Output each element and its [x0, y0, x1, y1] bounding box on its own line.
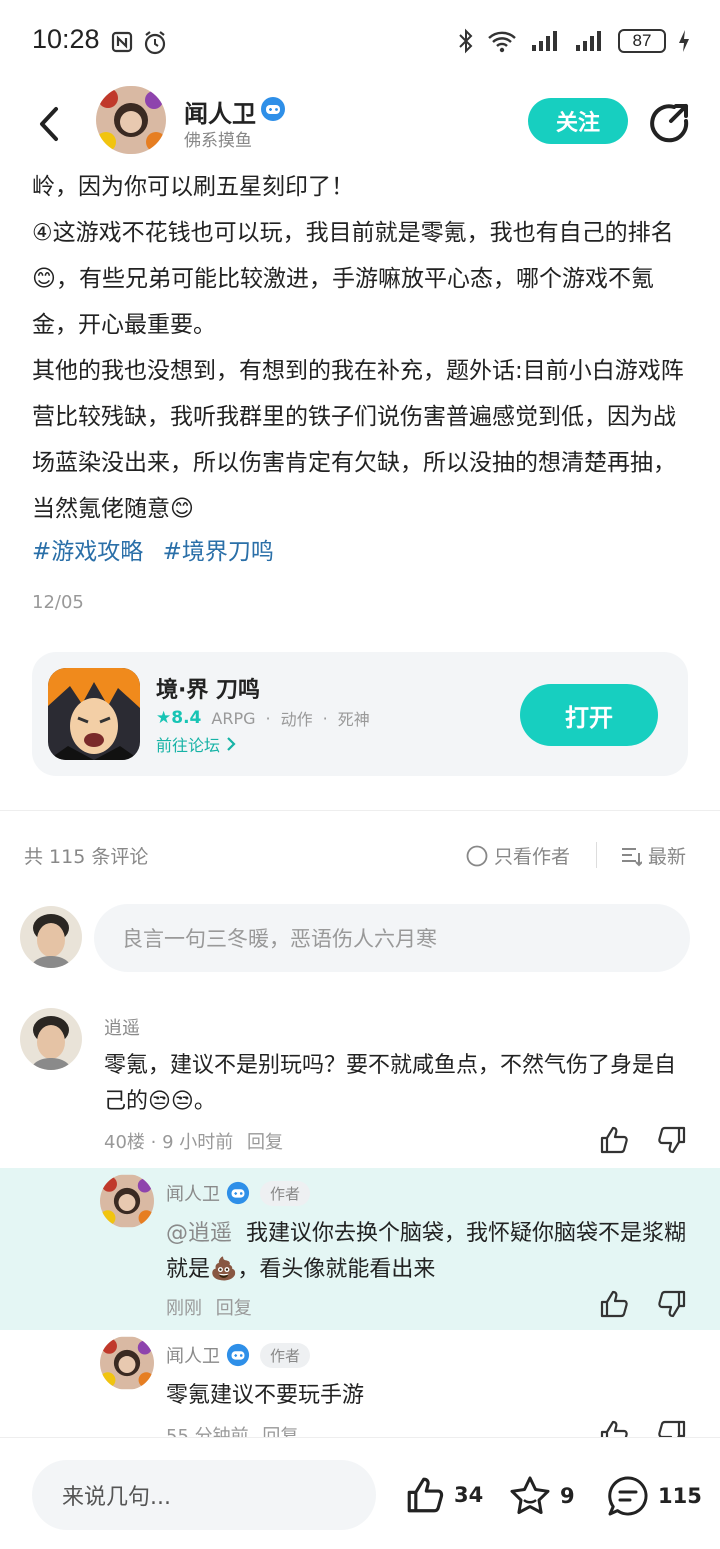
favorite-count: 9	[560, 1484, 575, 1508]
signal-icon-1	[532, 31, 557, 51]
bluetooth-icon	[459, 28, 473, 54]
star-icon: ★	[156, 708, 172, 728]
reply-text: 零氪建议不要玩手游	[166, 1383, 365, 1408]
like-icon[interactable]	[598, 1418, 630, 1437]
reply-author-name[interactable]: 闻人卫	[166, 1342, 220, 1368]
post-paragraph: 岭，因为你可以刷五星刻印了！	[32, 174, 354, 200]
game-title: 境·界 刀鸣	[156, 678, 261, 703]
bottom-action-bar: 来说几句... 34 9 115	[0, 1437, 720, 1549]
author-tag: 作者	[260, 1180, 311, 1206]
reply-button[interactable]: 回复	[216, 1298, 252, 1319]
charging-icon	[679, 30, 689, 52]
comment-toolbar: 共 115 条评论 只看作者 最新	[0, 836, 720, 876]
post-date: 12/05	[32, 592, 84, 613]
comment-count-total: 115	[658, 1484, 702, 1508]
status-bar: 10:28 87	[0, 0, 720, 86]
thumbs-up-icon	[407, 1477, 444, 1513]
game-icon	[48, 668, 140, 760]
mention-link[interactable]: @逍遥	[166, 1221, 232, 1246]
favorite-button[interactable]: 9	[508, 1474, 575, 1518]
game-type: 动作	[280, 710, 313, 729]
divider	[0, 810, 720, 811]
reply-item: 闻人卫 作者 零氪建议不要玩手游 55 分钟前 回复	[0, 1330, 720, 1437]
dislike-icon[interactable]	[656, 1124, 688, 1156]
author-name[interactable]: 闻人卫	[184, 94, 256, 129]
comment-meta: 40楼 · 9 小时前 回复	[104, 1132, 283, 1153]
star-outline-icon	[510, 1476, 550, 1514]
reply-author-avatar[interactable]	[100, 1174, 154, 1228]
author-tag: 作者	[260, 1342, 311, 1368]
share-button[interactable]	[648, 102, 690, 144]
follow-button[interactable]: 关注	[528, 98, 628, 144]
reply-button[interactable]: 回复	[262, 1426, 298, 1437]
reply-author-avatar[interactable]	[100, 1336, 154, 1390]
reply-button[interactable]: 回复	[247, 1132, 283, 1153]
signal-icon-2	[576, 31, 601, 51]
game-type: 死神	[337, 710, 370, 729]
current-user-avatar	[20, 906, 82, 968]
author-signature: 佛系摸鱼	[184, 131, 252, 151]
reply-meta: 刚刚 回复	[166, 1298, 252, 1319]
commenter-avatar[interactable]	[20, 1008, 82, 1070]
post-content: 岭，因为你可以刷五星刻印了！ ④这游戏不花钱也可以玩，我目前就是零氪，我也有自己…	[32, 164, 692, 532]
gamepad-badge-icon	[226, 1181, 250, 1205]
game-genre: ARPG	[211, 708, 256, 728]
reply-text: @逍遥 我建议你去换个脑袋，我怀疑你脑袋不是浆糊就是💩，看头像就能看出来	[166, 1221, 687, 1282]
like-button[interactable]: 34	[404, 1474, 483, 1516]
game-rating: ★8.4	[156, 708, 202, 728]
open-game-button[interactable]: 打开	[520, 684, 658, 746]
nfc-icon	[111, 31, 133, 53]
gamepad-badge-icon	[226, 1343, 250, 1367]
tag-link[interactable]: #境界刀鸣	[163, 539, 274, 565]
dislike-icon[interactable]	[656, 1288, 688, 1320]
post-header: 闻人卫 佛系摸鱼 关注	[0, 86, 720, 162]
reply-meta: 55 分钟前 回复	[166, 1422, 298, 1437]
post-paragraph: ④这游戏不花钱也可以玩，我目前就是零氪，我也有自己的排名😊，有些兄弟可能比较激进…	[32, 220, 674, 338]
status-time: 10:28	[32, 24, 100, 54]
like-count: 34	[454, 1483, 484, 1507]
comment-input[interactable]: 良言一句三冬暖，恶语伤人六月寒	[94, 904, 690, 972]
share-icon	[650, 104, 689, 143]
like-icon[interactable]	[598, 1124, 630, 1156]
comment-bubble-icon	[608, 1476, 648, 1516]
chevron-left-icon	[40, 107, 58, 141]
author-only-toggle[interactable]: 只看作者	[466, 842, 570, 869]
comment-count: 共 115 条评论	[24, 846, 149, 868]
post-tags: #游戏攻略 #境界刀鸣	[32, 532, 286, 566]
sort-icon	[622, 847, 642, 866]
tag-link[interactable]: #游戏攻略	[32, 539, 143, 565]
radio-icon	[466, 845, 488, 866]
game-meta: ★8.4 ARPG · 动作 · 死神	[156, 708, 370, 729]
sort-latest-button[interactable]: 最新	[620, 842, 686, 869]
comment-button[interactable]: 115	[606, 1474, 702, 1518]
alarm-icon	[144, 31, 166, 55]
gamepad-badge-icon	[261, 97, 285, 121]
game-card[interactable]: 境·界 刀鸣 ★8.4 ARPG · 动作 · 死神 前往论坛 打开	[32, 652, 688, 776]
post-paragraph: 其他的我也没想到，有想到的我在补充，题外话:目前小白游戏阵营比较残缺，我听我群里…	[32, 358, 684, 522]
bottom-comment-input[interactable]: 来说几句...	[32, 1460, 376, 1530]
comment-text: 零氪，建议不是别玩吗？要不就咸鱼点，不然气伤了身是自己的😒😒。	[104, 1053, 677, 1114]
wifi-icon	[488, 31, 516, 53]
author-avatar[interactable]	[96, 86, 166, 154]
chevron-right-icon	[227, 737, 236, 751]
battery-indicator: 87	[618, 29, 666, 53]
reply-item: 闻人卫 作者 @逍遥 我建议你去换个脑袋，我怀疑你脑袋不是浆糊就是💩，看头像就能…	[0, 1168, 720, 1330]
commenter-name[interactable]: 逍遥	[104, 1014, 140, 1040]
reply-author-name[interactable]: 闻人卫	[166, 1180, 220, 1206]
forum-link[interactable]: 前往论坛	[156, 732, 237, 756]
like-icon[interactable]	[598, 1288, 630, 1320]
back-button[interactable]	[30, 104, 70, 144]
dislike-icon[interactable]	[656, 1418, 688, 1437]
